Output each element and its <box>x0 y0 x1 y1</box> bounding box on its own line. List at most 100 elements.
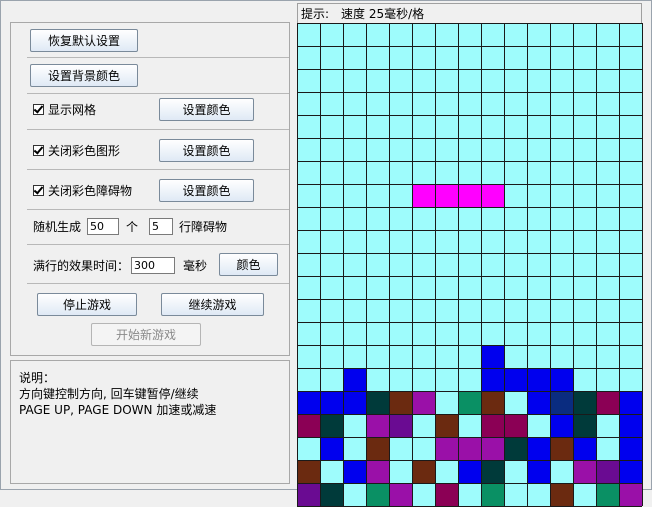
separator <box>27 93 289 94</box>
effect-time-input[interactable] <box>131 256 176 274</box>
obstacle-block <box>297 460 320 483</box>
obstacle-block <box>412 391 435 414</box>
set-background-color-button[interactable]: 设置背景颜色 <box>30 64 138 87</box>
obstacle-block <box>389 414 412 437</box>
hint-bar: 提示: 速度 25毫秒/格 <box>297 3 642 23</box>
close-color-shape-checkbox[interactable]: 关闭彩色图形 <box>33 142 120 158</box>
separator <box>27 244 289 245</box>
falling-piece-block <box>412 184 435 207</box>
obstacle-block <box>320 414 343 437</box>
obstacle-block <box>550 368 573 391</box>
obstacle-block <box>481 414 504 437</box>
obstacle-block <box>458 437 481 460</box>
random-rows-input[interactable] <box>149 217 174 235</box>
separator <box>27 57 289 58</box>
instructions-line-1: 方向键控制方向, 回车键暂停/继续 <box>19 387 199 401</box>
obstacle-block <box>596 391 619 414</box>
obstacle-block <box>389 483 412 506</box>
obstacle-block <box>573 460 596 483</box>
obstacle-block <box>550 437 573 460</box>
speed-status: 速度 25毫秒/格 <box>341 7 425 21</box>
random-obstacle-row: 随机生成 个 行障碍物 <box>33 217 227 235</box>
obstacle-block <box>458 391 481 414</box>
obstacle-block <box>573 391 596 414</box>
hint-label: 提示: <box>301 7 330 21</box>
obstacle-block <box>389 391 412 414</box>
falling-piece-block <box>435 184 458 207</box>
obstacle-block <box>343 460 366 483</box>
obstacle-block <box>320 437 343 460</box>
obstacle-block <box>619 460 642 483</box>
obstacle-block <box>504 437 527 460</box>
game-area: 提示: 速度 25毫秒/格 <box>297 3 643 507</box>
obstacle-block <box>412 460 435 483</box>
rows-obstacle-label: 行障碍物 <box>179 219 228 234</box>
obstacle-block <box>527 437 550 460</box>
obstacle-block <box>435 483 458 506</box>
obstacle-block <box>527 368 550 391</box>
obstacle-block <box>619 414 642 437</box>
shape-color-button[interactable]: 设置颜色 <box>159 139 254 162</box>
instructions-title: 说明： <box>19 371 56 385</box>
obstacle-block <box>366 391 389 414</box>
effect-time-label: 满行的效果时间： <box>33 258 130 273</box>
separator <box>27 209 289 210</box>
settings-panel: 恢复默认设置 设置背景颜色 显示网格 设置颜色 关闭彩色图形 设置颜色 关闭彩色… <box>10 22 290 356</box>
falling-piece-block <box>458 184 481 207</box>
obstacle-block <box>343 391 366 414</box>
instructions-panel: 说明： 方向键控制方向, 回车键暂停/继续 PAGE UP, PAGE DOWN… <box>10 360 290 484</box>
checkbox-check-icon <box>33 144 44 156</box>
obstacle-block <box>481 460 504 483</box>
obstacle-block <box>619 391 642 414</box>
obstacle-color-button[interactable]: 设置颜色 <box>159 179 254 202</box>
new-game-button[interactable]: 开始新游戏 <box>91 323 201 346</box>
obstacle-block <box>366 437 389 460</box>
separator <box>27 169 289 170</box>
obstacle-block <box>481 368 504 391</box>
grid-color-button[interactable]: 设置颜色 <box>159 98 254 121</box>
obstacle-block <box>297 414 320 437</box>
unit-ms-label: 毫秒 <box>183 258 208 273</box>
obstacle-block <box>504 368 527 391</box>
game-board[interactable] <box>297 23 643 507</box>
obstacle-block <box>435 437 458 460</box>
effect-color-button[interactable]: 颜色 <box>219 253 278 276</box>
obstacle-block <box>366 460 389 483</box>
obstacle-block <box>619 483 642 506</box>
obstacle-block <box>550 414 573 437</box>
close-color-obstacle-label: 关闭彩色障碍物 <box>48 183 133 198</box>
continue-game-button[interactable]: 继续游戏 <box>161 293 264 316</box>
obstacle-block <box>550 391 573 414</box>
obstacle-block <box>504 414 527 437</box>
instructions-line-2: PAGE UP, PAGE DOWN 加速或减速 <box>19 403 217 417</box>
obstacle-block <box>481 391 504 414</box>
obstacle-block <box>297 391 320 414</box>
show-grid-label: 显示网格 <box>48 102 97 117</box>
obstacle-block <box>481 483 504 506</box>
obstacle-block <box>320 391 343 414</box>
obstacle-block <box>297 483 320 506</box>
reset-default-button[interactable]: 恢复默认设置 <box>30 29 138 52</box>
obstacle-block <box>573 414 596 437</box>
obstacle-block <box>435 414 458 437</box>
obstacle-block <box>366 414 389 437</box>
obstacle-block <box>458 460 481 483</box>
obstacle-block <box>596 460 619 483</box>
separator <box>27 283 289 284</box>
obstacle-block <box>343 368 366 391</box>
obstacle-block <box>481 437 504 460</box>
obstacle-block <box>550 483 573 506</box>
obstacle-block <box>366 483 389 506</box>
show-grid-checkbox[interactable]: 显示网格 <box>33 101 96 117</box>
obstacle-block <box>481 345 504 368</box>
falling-piece-block <box>481 184 504 207</box>
close-color-obstacle-checkbox[interactable]: 关闭彩色障碍物 <box>33 182 132 198</box>
effect-time-row: 满行的效果时间： 毫秒 <box>33 256 207 274</box>
obstacle-block <box>527 460 550 483</box>
stop-game-button[interactable]: 停止游戏 <box>37 293 137 316</box>
unit-ge-label: 个 <box>126 219 139 234</box>
random-count-input[interactable] <box>87 217 120 235</box>
checkbox-check-icon <box>33 184 44 196</box>
obstacle-block <box>596 483 619 506</box>
obstacle-block <box>320 483 343 506</box>
